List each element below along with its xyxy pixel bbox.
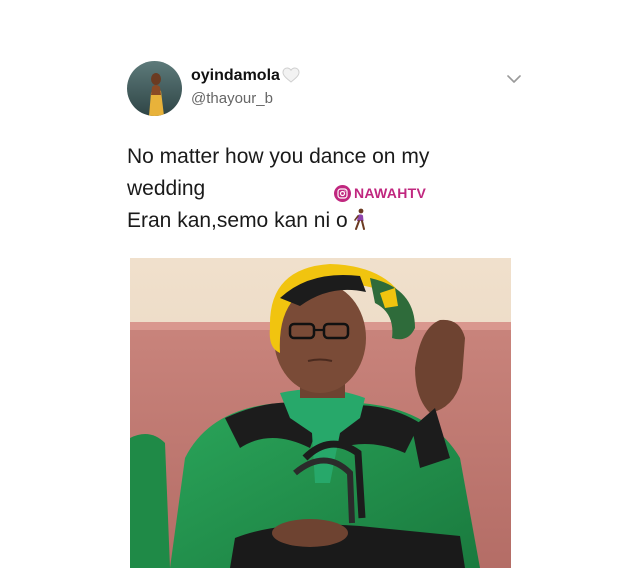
tweet-card: oyindamola @thayour_b No matter how you … <box>0 0 640 572</box>
user-handle[interactable]: @thayour_b <box>191 90 273 107</box>
white-heart-icon <box>282 67 300 88</box>
chevron-down-icon[interactable] <box>505 72 523 86</box>
avatar-image <box>127 61 182 116</box>
display-name[interactable]: oyindamola <box>191 67 300 88</box>
photo-illustration <box>130 258 511 568</box>
instagram-icon <box>334 184 351 202</box>
watermark-label: NAWAHTV <box>354 185 427 201</box>
walking-woman-emoji <box>352 208 368 230</box>
watermark: NAWAHTV <box>334 182 426 204</box>
display-name-text: oyindamola <box>191 67 280 84</box>
tweet-body: No matter how you dance on my wedding Er… <box>127 141 527 237</box>
avatar[interactable] <box>127 61 182 116</box>
tweet-photo[interactable] <box>130 258 511 568</box>
